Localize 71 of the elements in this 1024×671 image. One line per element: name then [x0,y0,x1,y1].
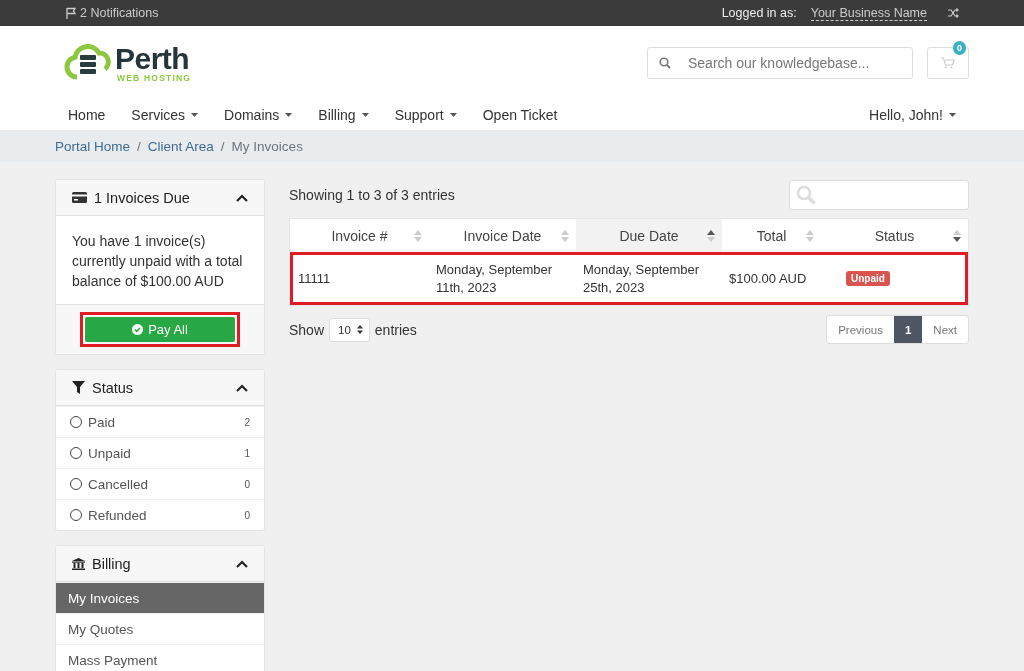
pagination-button[interactable]: Previous [827,316,894,343]
column-header[interactable]: Status [821,219,968,252]
nav-menu-item[interactable]: Open Ticket [469,107,571,123]
page-number-button[interactable]: 1 [893,316,923,343]
billing-menu-item[interactable]: Mass Payment [56,644,264,671]
status-count: 1 [244,447,250,459]
nav-menu-item[interactable]: Domains [211,107,306,123]
search-icon [796,185,816,205]
nav-menu-item[interactable]: Billing [305,107,382,123]
cart-icon [941,57,955,69]
column-header[interactable]: Invoice Date [429,219,576,252]
collapse-chevron-icon[interactable] [236,559,248,568]
billing-menu-item[interactable]: My Quotes [56,613,264,644]
breadcrumb-separator: / [220,138,225,154]
table-cell-text: 11111 [297,269,332,288]
status-label: Cancelled [88,476,150,492]
highlighted-table-row[interactable]: 11111 Monday, September 11th, 2023 Monday, September 25th, 2023 $100.00 AUD Unpaid [290,252,968,305]
logo-tagline: WEB HOSTING [117,73,192,83]
flag-icon [65,7,77,19]
panel-title: Billing [92,555,132,572]
billing-menu-item[interactable]: My Invoices [56,582,264,613]
table-info: Showing 1 to 3 of 3 entries [289,187,455,203]
status-filter-item[interactable]: Paid 2 [56,406,264,437]
table-cell-text: Monday, September 25th, 2023 [582,260,701,297]
column-header[interactable]: Due Date [576,219,722,252]
status-count: 0 [244,509,250,521]
pagination-button[interactable]: Next [922,316,968,343]
search-icon [659,57,671,69]
status-count: 2 [244,416,250,428]
status-label: Refunded [88,507,148,523]
search-field[interactable]: Search our knowledgebase... [647,47,913,79]
unpaid-balance-message: You have 1 invoice(s) currently unpaid with a total balance of $100.00 AUD [71,232,244,291]
status-filter-item[interactable]: Unpaid 1 [56,437,264,468]
panel-title: 1 Invoices Due [94,189,191,206]
table-cell-text: Monday, September 11th, 2023 [435,260,554,297]
cart-count-badge: 0 [953,41,966,55]
nav-menu-item[interactable]: Support [381,107,470,123]
breadcrumb-link[interactable]: Client Area [147,138,214,154]
credit-card-icon [72,192,87,203]
updown-caret-icon [356,325,363,334]
collapse-chevron-icon[interactable] [236,193,248,202]
table-search-field[interactable] [789,180,969,210]
logo-name: Perth [115,43,191,74]
shuffle-icon[interactable] [947,7,959,19]
nav-menu-item[interactable]: Home [55,107,119,123]
column-header[interactable]: Invoice # [290,219,429,252]
nav-menu-item[interactable]: Services [118,107,212,123]
notifications-link[interactable]: 2 Notifications [65,6,159,20]
status-badge: Unpaid [846,271,890,286]
status-label: Paid [88,414,117,430]
status-filter-item[interactable]: Refunded 0 [56,499,264,530]
show-label: Show [289,321,325,338]
collapse-chevron-icon[interactable] [236,383,248,392]
breadcrumb-separator: / [137,138,141,154]
caret-icon [949,113,956,117]
bank-icon [72,557,85,570]
breadcrumb-link[interactable]: Portal Home [55,138,131,154]
status-label: Unpaid [88,445,132,461]
entries-label: entries [374,321,417,338]
breadcrumb-current: My Invoices [231,138,303,154]
business-name-link[interactable]: Your Business Name [810,5,927,21]
status-count: 0 [244,478,250,490]
column-header[interactable]: Total [722,219,821,252]
logged-in-label: Logged in as: [721,6,797,20]
page-size-select[interactable]: 10 [329,317,370,342]
filter-icon [72,381,85,394]
status-filter-item[interactable]: Cancelled 0 [56,468,264,499]
table-cell-text: $100.00 AUD [728,269,808,288]
user-menu[interactable]: Hello, John! [856,107,969,123]
check-circle-icon [132,324,144,335]
panel-title: Status [92,379,135,396]
